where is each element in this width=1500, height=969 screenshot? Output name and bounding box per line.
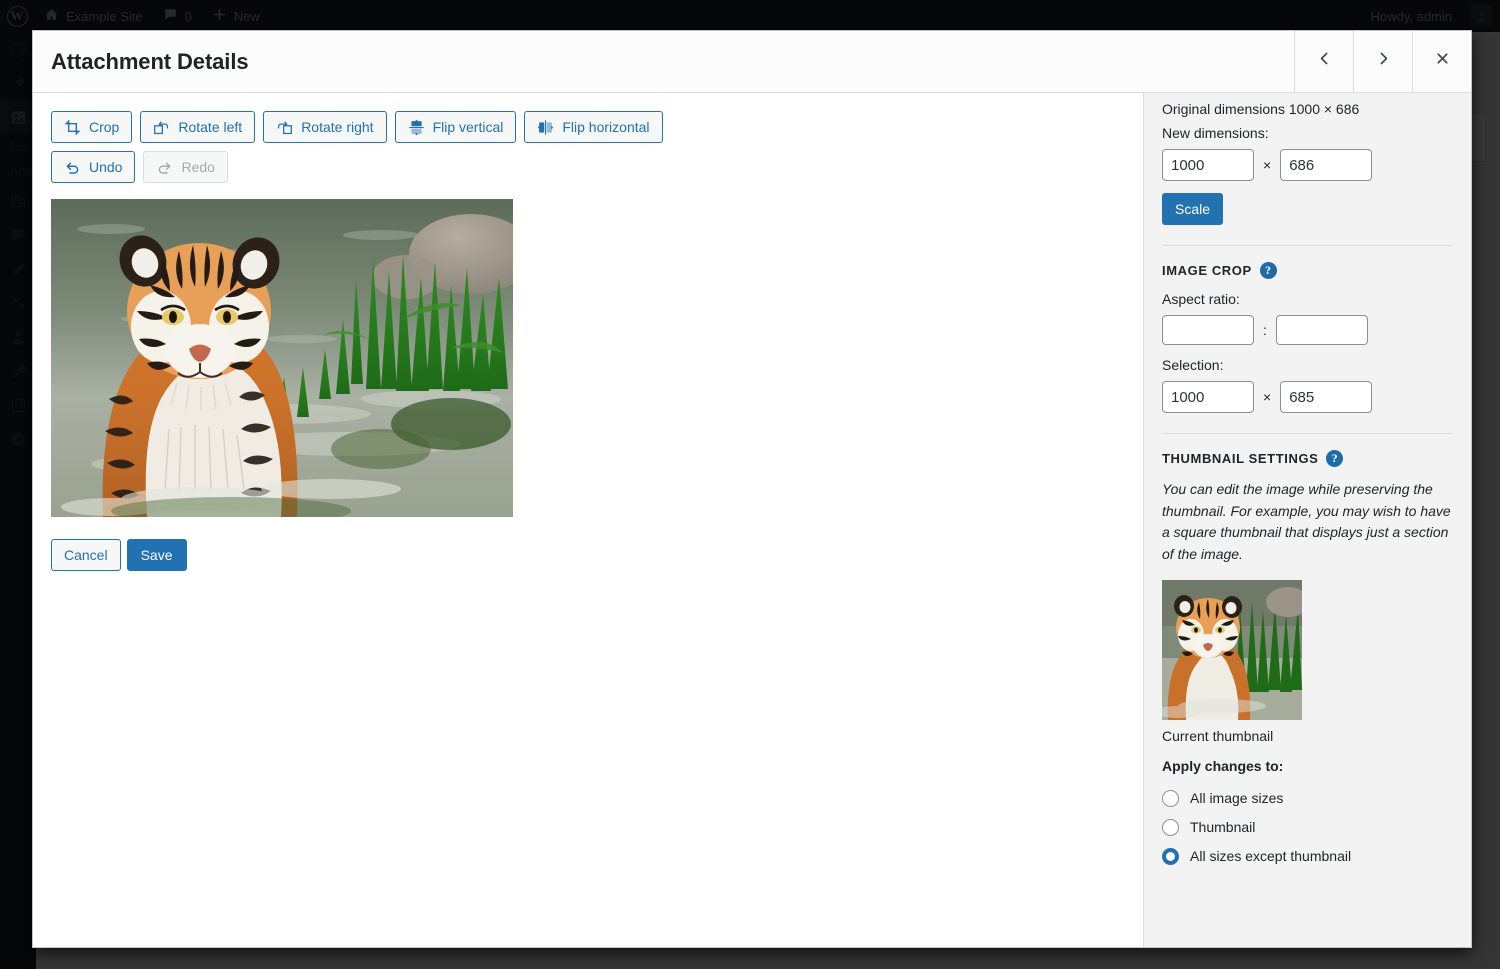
help-question-icon[interactable]: ?	[1259, 262, 1277, 279]
settings-divider-1	[1162, 245, 1453, 246]
aspect-ratio-height-input[interactable]	[1275, 315, 1368, 345]
settings-divider-2	[1162, 433, 1453, 434]
flip-horizontal-button[interactable]: Flip horizontal	[524, 111, 663, 143]
rotate-right-icon	[276, 119, 293, 136]
rotate-left-button[interactable]: Rotate left	[140, 111, 256, 143]
radio-all-image-sizes[interactable]: All image sizes	[1162, 784, 1453, 813]
undo-icon	[64, 159, 81, 176]
image-crop-heading-label: IMAGE CROP	[1162, 263, 1252, 278]
toolbar-row-history: Undo Redo	[51, 151, 771, 183]
scale-section-clipped-heading	[1162, 93, 1453, 101]
scale-button[interactable]: Scale	[1162, 193, 1224, 225]
page-title: Attachment Details	[51, 48, 249, 74]
crop-icon	[64, 119, 81, 136]
rotate-left-button-label: Rotate left	[178, 119, 243, 135]
undo-button[interactable]: Undo	[51, 151, 136, 183]
attachment-details-modal: Attachment Details Crop Rotate left Rota…	[32, 30, 1472, 948]
radio-all-image-sizes-label: All image sizes	[1190, 790, 1284, 807]
thumbnail-settings-heading-label: THUMBNAIL SETTINGS	[1162, 451, 1319, 466]
new-dimensions-label: New dimensions:	[1162, 125, 1269, 141]
flip-vertical-button[interactable]: Flip vertical	[394, 111, 517, 143]
flip-vertical-icon	[408, 119, 425, 136]
aspect-separator: :	[1263, 322, 1267, 338]
new-dimensions-row: ×	[1162, 149, 1453, 181]
crop-button[interactable]: Crop	[51, 111, 133, 143]
rotate-left-icon	[153, 119, 170, 136]
selection-width-input[interactable]	[1162, 381, 1254, 413]
image-crop-heading: IMAGE CROP ?	[1162, 262, 1453, 279]
flip-horizontal-button-label: Flip horizontal	[562, 119, 650, 135]
original-dimensions-text: Original dimensions 1000 × 686	[1162, 101, 1360, 117]
thumbnail-help-text: You can edit the image while preserving …	[1162, 481, 1451, 563]
radio-button-checked-icon[interactable]	[1162, 847, 1179, 865]
image-edit-toolbar: Crop Rotate left Rotate right Flip verti…	[51, 111, 771, 191]
dimension-separator: ×	[1263, 157, 1272, 173]
rotate-right-button[interactable]: Rotate right	[263, 111, 387, 143]
apply-changes-label: Apply changes to:	[1162, 757, 1284, 774]
scale-width-input[interactable]	[1162, 149, 1254, 181]
radio-all-sizes-except-thumbnail-label: All sizes except thumbnail	[1190, 848, 1352, 865]
modal-body: Crop Rotate left Rotate right Flip verti…	[33, 93, 1471, 947]
next-media-button[interactable]	[1353, 31, 1412, 92]
aspect-ratio-width-input[interactable]	[1162, 315, 1254, 345]
radio-button-unchecked-icon[interactable]	[1162, 818, 1179, 836]
help-question-icon[interactable]: ?	[1326, 450, 1344, 467]
thumbnail-caption: Current thumbnail	[1162, 727, 1274, 744]
radio-all-sizes-except-thumbnail[interactable]: All sizes except thumbnail	[1162, 842, 1453, 871]
selection-height-input[interactable]	[1280, 381, 1373, 413]
image-settings-pane: Original dimensions 1000 × 686 New dimen…	[1143, 93, 1471, 947]
crop-button-label: Crop	[89, 119, 120, 135]
undo-button-label: Undo	[89, 159, 123, 175]
image-canvas[interactable]	[51, 199, 1125, 517]
redo-icon	[156, 159, 173, 176]
image-editor-pane: Crop Rotate left Rotate right Flip verti…	[33, 93, 1143, 947]
previous-media-button[interactable]	[1294, 31, 1353, 92]
flip-horizontal-icon	[537, 119, 554, 136]
editor-action-buttons: Cancel Save	[51, 539, 1125, 571]
chevron-left-icon	[1316, 50, 1333, 73]
selection-row: ×	[1162, 381, 1453, 413]
modal-header: Attachment Details	[33, 31, 1471, 93]
radio-button-unchecked-icon[interactable]	[1162, 789, 1179, 807]
toolbar-row-transform: Crop Rotate left Rotate right Flip verti…	[51, 111, 771, 143]
selection-label: Selection:	[1162, 357, 1224, 373]
save-button[interactable]: Save	[126, 539, 187, 571]
close-x-icon	[1434, 50, 1451, 73]
redo-button[interactable]: Redo	[143, 151, 228, 183]
chevron-right-icon	[1375, 50, 1392, 73]
radio-thumbnail[interactable]: Thumbnail	[1162, 813, 1453, 842]
scale-height-input[interactable]	[1280, 149, 1373, 181]
cancel-button[interactable]: Cancel	[51, 539, 121, 571]
redo-button-label: Redo	[181, 159, 215, 175]
aspect-ratio-row: :	[1162, 315, 1453, 345]
flip-vertical-button-label: Flip vertical	[432, 119, 504, 135]
selection-separator: ×	[1263, 389, 1272, 405]
aspect-ratio-label: Aspect ratio:	[1162, 291, 1240, 307]
tiger-wading-in-water-photo[interactable]	[51, 199, 513, 517]
thumbnail-settings-heading: THUMBNAIL SETTINGS ?	[1162, 450, 1453, 467]
current-thumbnail-preview	[1162, 579, 1302, 720]
radio-thumbnail-label: Thumbnail	[1190, 819, 1256, 836]
rotate-right-button-label: Rotate right	[301, 119, 374, 135]
close-modal-button[interactable]	[1412, 31, 1471, 92]
